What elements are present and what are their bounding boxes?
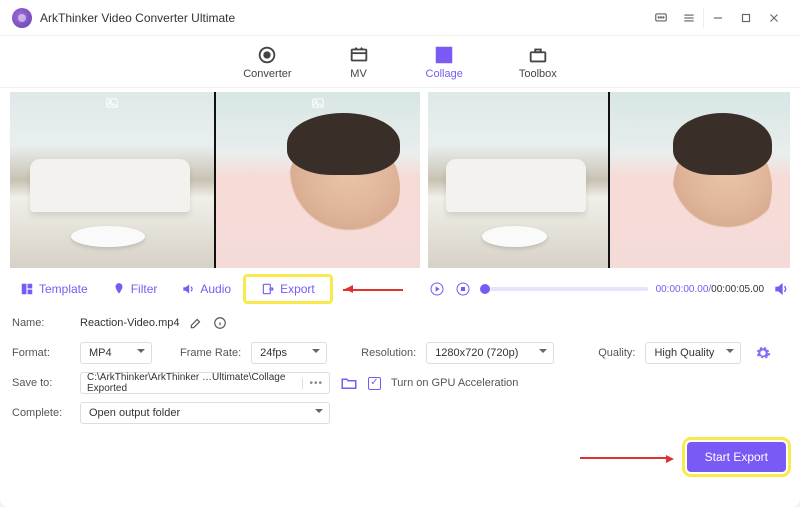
preview-panel: 00:00:00.00/00:00:05.00 [428, 92, 790, 306]
edit-name-icon[interactable] [189, 316, 203, 330]
row-format: Format: MP4 Frame Rate: 24fps Resolution… [12, 338, 788, 368]
format-label: Format: [12, 347, 70, 359]
footer: Start Export [0, 430, 800, 484]
subtab-export[interactable]: Export [245, 276, 331, 302]
workspace: Template Filter Audio Export [0, 88, 800, 306]
preview-slot-2 [610, 92, 790, 268]
tab-collage-label: Collage [426, 68, 463, 80]
play-button[interactable] [428, 280, 446, 298]
subtab-filter[interactable]: Filter [102, 276, 168, 302]
feedback-icon[interactable] [647, 4, 675, 32]
resolution-label: Resolution: [361, 347, 416, 359]
format-select[interactable]: MP4 [80, 342, 152, 364]
quality-label: Quality: [598, 347, 635, 359]
start-export-button[interactable]: Start Export [687, 442, 786, 472]
resolution-select[interactable]: 1280x720 (720p) [426, 342, 554, 364]
framerate-select[interactable]: 24fps [251, 342, 327, 364]
subtab-template-label: Template [39, 282, 88, 296]
framerate-value: 24fps [260, 347, 287, 359]
menu-icon[interactable] [675, 4, 703, 32]
tab-converter[interactable]: Converter [243, 44, 291, 80]
complete-value: Open output folder [89, 407, 180, 419]
image-icon [311, 96, 325, 115]
collage-canvas[interactable] [10, 92, 420, 268]
volume-button[interactable] [772, 280, 790, 298]
subtab-template[interactable]: Template [10, 276, 98, 302]
slot1-image [10, 92, 214, 268]
row-saveto: Save to: C:\ArkThinker\ArkThinker …Ultim… [12, 368, 788, 398]
gpu-checkbox[interactable]: ✓ [368, 377, 381, 390]
info-icon[interactable] [213, 316, 227, 330]
tab-toolbox-label: Toolbox [519, 68, 557, 80]
app-logo-icon [12, 8, 32, 28]
quality-value: High Quality [654, 347, 714, 359]
titlebar: ArkThinker Video Converter Ultimate [0, 0, 800, 36]
gpu-label: Turn on GPU Acceleration [391, 377, 518, 389]
minimize-icon[interactable] [704, 4, 732, 32]
player-controls: 00:00:00.00/00:00:05.00 [428, 272, 790, 306]
app-title: ArkThinker Video Converter Ultimate [40, 11, 235, 25]
editor-panel: Template Filter Audio Export [10, 92, 420, 306]
subtab-audio[interactable]: Audio [171, 276, 241, 302]
maximize-icon[interactable] [732, 4, 760, 32]
complete-label: Complete: [12, 407, 70, 419]
quality-select[interactable]: High Quality [645, 342, 741, 364]
open-folder-icon[interactable] [340, 374, 358, 392]
name-value: Reaction-Video.mp4 [80, 317, 179, 329]
saveto-label: Save to: [12, 377, 70, 389]
main-tabs: Converter MV Collage Toolbox [0, 36, 800, 88]
collage-slot-2[interactable] [216, 92, 420, 268]
row-name: Name: Reaction-Video.mp4 [12, 308, 788, 338]
resolution-value: 1280x720 (720p) [435, 347, 518, 359]
collage-slot-1[interactable] [10, 92, 214, 268]
name-label: Name: [12, 317, 70, 329]
tab-converter-label: Converter [243, 68, 291, 80]
format-value: MP4 [89, 347, 112, 359]
export-form: Name: Reaction-Video.mp4 Format: MP4 Fra… [0, 306, 800, 430]
framerate-label: Frame Rate: [180, 347, 241, 359]
tab-mv[interactable]: MV [348, 44, 370, 80]
time-current: 00:00:00.00 [656, 284, 709, 295]
seek-slider[interactable] [480, 287, 648, 291]
saveto-path-input[interactable]: C:\ArkThinker\ArkThinker …Ultimate\Colla… [80, 372, 330, 394]
slot2-image [216, 92, 420, 268]
browse-more-icon[interactable]: ••• [302, 378, 323, 389]
image-icon [105, 96, 119, 115]
time-display: 00:00:00.00/00:00:05.00 [656, 284, 764, 295]
preview-canvas [428, 92, 790, 268]
saveto-value: C:\ArkThinker\ArkThinker …Ultimate\Colla… [87, 372, 302, 394]
time-duration: 00:00:05.00 [711, 284, 764, 295]
subtab-export-label: Export [280, 282, 315, 296]
tab-mv-label: MV [350, 68, 367, 80]
subtab-filter-label: Filter [131, 282, 158, 296]
tab-collage[interactable]: Collage [426, 44, 463, 80]
sub-tabs: Template Filter Audio Export [10, 272, 420, 306]
close-icon[interactable] [760, 4, 788, 32]
settings-gear-icon[interactable] [755, 345, 771, 361]
annotation-arrow-export [335, 272, 420, 306]
subtab-audio-label: Audio [200, 282, 231, 296]
row-complete: Complete: Open output folder [12, 398, 788, 428]
tab-toolbox[interactable]: Toolbox [519, 44, 557, 80]
app-window: ArkThinker Video Converter Ultimate Conv… [0, 0, 800, 507]
complete-select[interactable]: Open output folder [80, 402, 330, 424]
start-export-label: Start Export [705, 450, 768, 464]
preview-slot-1 [428, 92, 608, 268]
stop-button[interactable] [454, 280, 472, 298]
annotation-arrow-start-export [580, 457, 670, 459]
